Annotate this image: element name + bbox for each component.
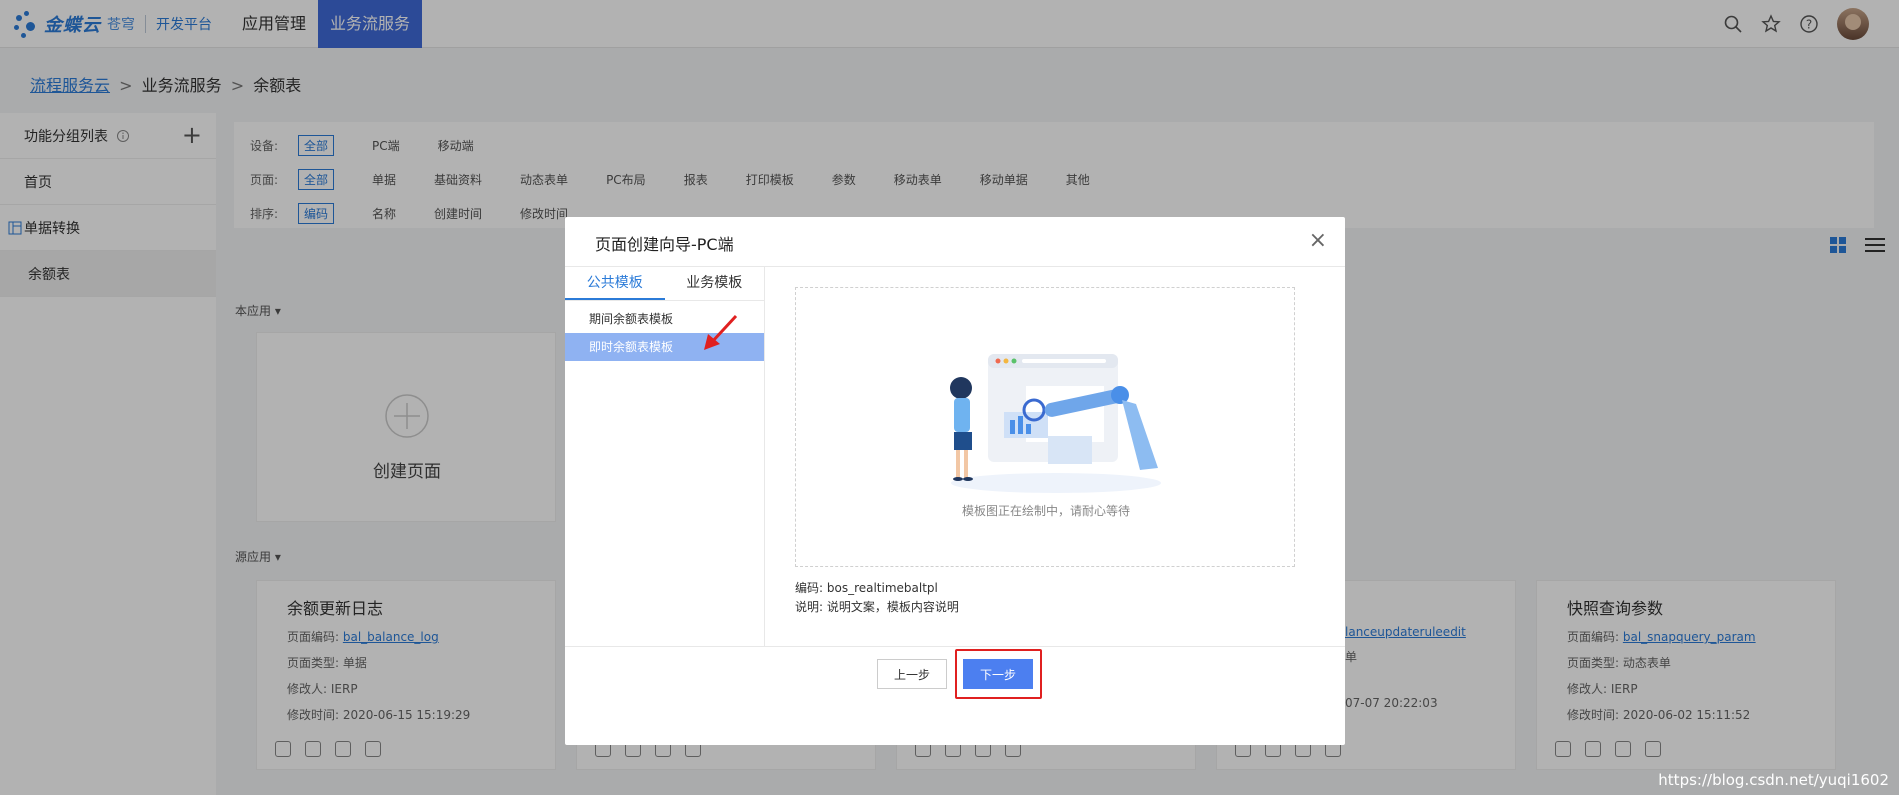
template-preview-panel: 模板图正在绘制中，请耐心等待 编码: bos_realtimebaltpl 说明… [765,267,1345,646]
tab-business-templates[interactable]: 业务模板 [665,267,765,300]
preview-illustration [950,354,1161,493]
dialog-footer: 上一步 下一步 [565,646,1345,745]
close-icon[interactable]: × [1309,230,1327,252]
page-create-wizard-dialog: 页面创建向导-PC端 × 公共模板 业务模板 期间余额表模板 即时余额表模板 模… [565,217,1345,745]
watermark: https://blog.csdn.net/yuqi1602 [1658,771,1889,789]
highlight-box [955,649,1042,699]
annotation-arrow-icon [704,314,738,350]
template-tabs: 公共模板 业务模板 [565,267,764,301]
template-description: 说明: 说明文案，模板内容说明 [795,600,959,614]
template-code: 编码: bos_realtimebaltpl [795,581,938,595]
preview-placeholder-text: 模板图正在绘制中，请耐心等待 [961,504,1130,518]
template-preview: 模板图正在绘制中，请耐心等待 [795,287,1295,567]
prev-step-button[interactable]: 上一步 [877,659,947,689]
dialog-header: 页面创建向导-PC端 × [565,217,1345,267]
tab-public-templates[interactable]: 公共模板 [565,267,665,300]
dialog-title: 页面创建向导-PC端 [595,235,734,254]
